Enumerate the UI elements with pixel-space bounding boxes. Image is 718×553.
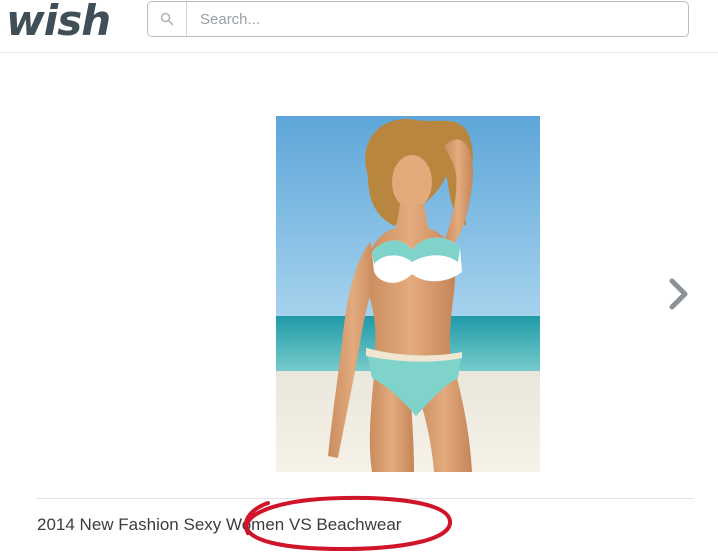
search-icon[interactable] [148,2,187,36]
next-image-button[interactable] [664,277,694,311]
product-image[interactable] [276,116,540,472]
divider [36,498,694,499]
top-bar: wish [0,0,718,53]
product-title: 2014 New Fashion Sexy Women VS Beachwear [37,515,402,534]
search-bar[interactable] [147,1,689,37]
search-input[interactable] [192,2,682,36]
chevron-right-icon [669,278,688,310]
wish-logo[interactable]: wish [6,0,111,45]
